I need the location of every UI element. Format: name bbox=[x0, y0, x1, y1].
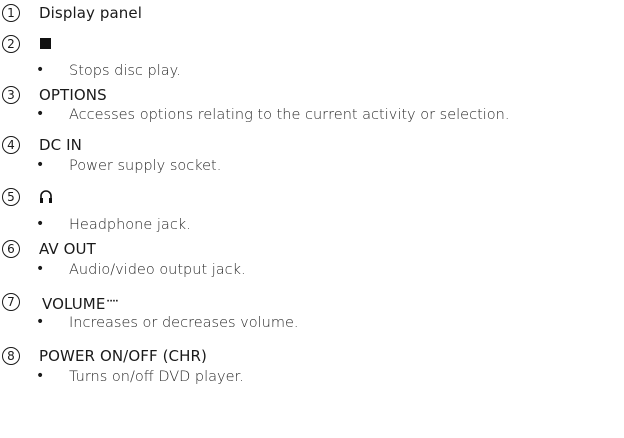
item-desc-options: Accesses options relating to the current… bbox=[69, 107, 510, 123]
stop-square-icon bbox=[40, 38, 51, 49]
bullet: • bbox=[36, 314, 45, 330]
item-number-6: 6 bbox=[2, 240, 20, 258]
item-number-3: 3 bbox=[2, 86, 20, 104]
item-title-volume: VOLUME···· bbox=[42, 293, 119, 313]
item-desc-volume: Increases or decreases volume. bbox=[69, 315, 299, 331]
item-title-options: OPTIONS bbox=[39, 86, 107, 104]
item-title-dc-in: DC IN bbox=[39, 136, 82, 154]
item-desc-dc-in: Power supply socket. bbox=[69, 158, 222, 174]
headphone-icon bbox=[40, 190, 52, 203]
item-number-1: 1 bbox=[2, 4, 20, 22]
item-desc-headphone: Headphone jack. bbox=[69, 217, 191, 233]
bullet: • bbox=[36, 106, 45, 122]
item-title-power: POWER ON/OFF (CHR) bbox=[39, 347, 207, 365]
item-desc-power: Turns on/off DVD player. bbox=[69, 369, 244, 385]
item-title-display-panel: Display panel bbox=[39, 4, 142, 22]
item-desc-stop: Stops disc play. bbox=[69, 63, 181, 79]
item-number-5: 5 bbox=[2, 188, 20, 206]
volume-dots-icon: ···· bbox=[106, 297, 119, 307]
item-number-4: 4 bbox=[2, 136, 20, 154]
bullet: • bbox=[36, 157, 45, 173]
bullet: • bbox=[36, 261, 45, 277]
bullet: • bbox=[36, 216, 45, 232]
item-number-2: 2 bbox=[2, 35, 20, 53]
item-title-av-out: AV OUT bbox=[39, 240, 96, 258]
item-number-7: 7 bbox=[2, 293, 20, 311]
bullet: • bbox=[36, 368, 45, 384]
bullet: • bbox=[36, 62, 45, 78]
item-desc-av-out: Audio/video output jack. bbox=[69, 262, 246, 278]
volume-label: VOLUME bbox=[42, 295, 106, 313]
item-number-8: 8 bbox=[2, 347, 20, 365]
